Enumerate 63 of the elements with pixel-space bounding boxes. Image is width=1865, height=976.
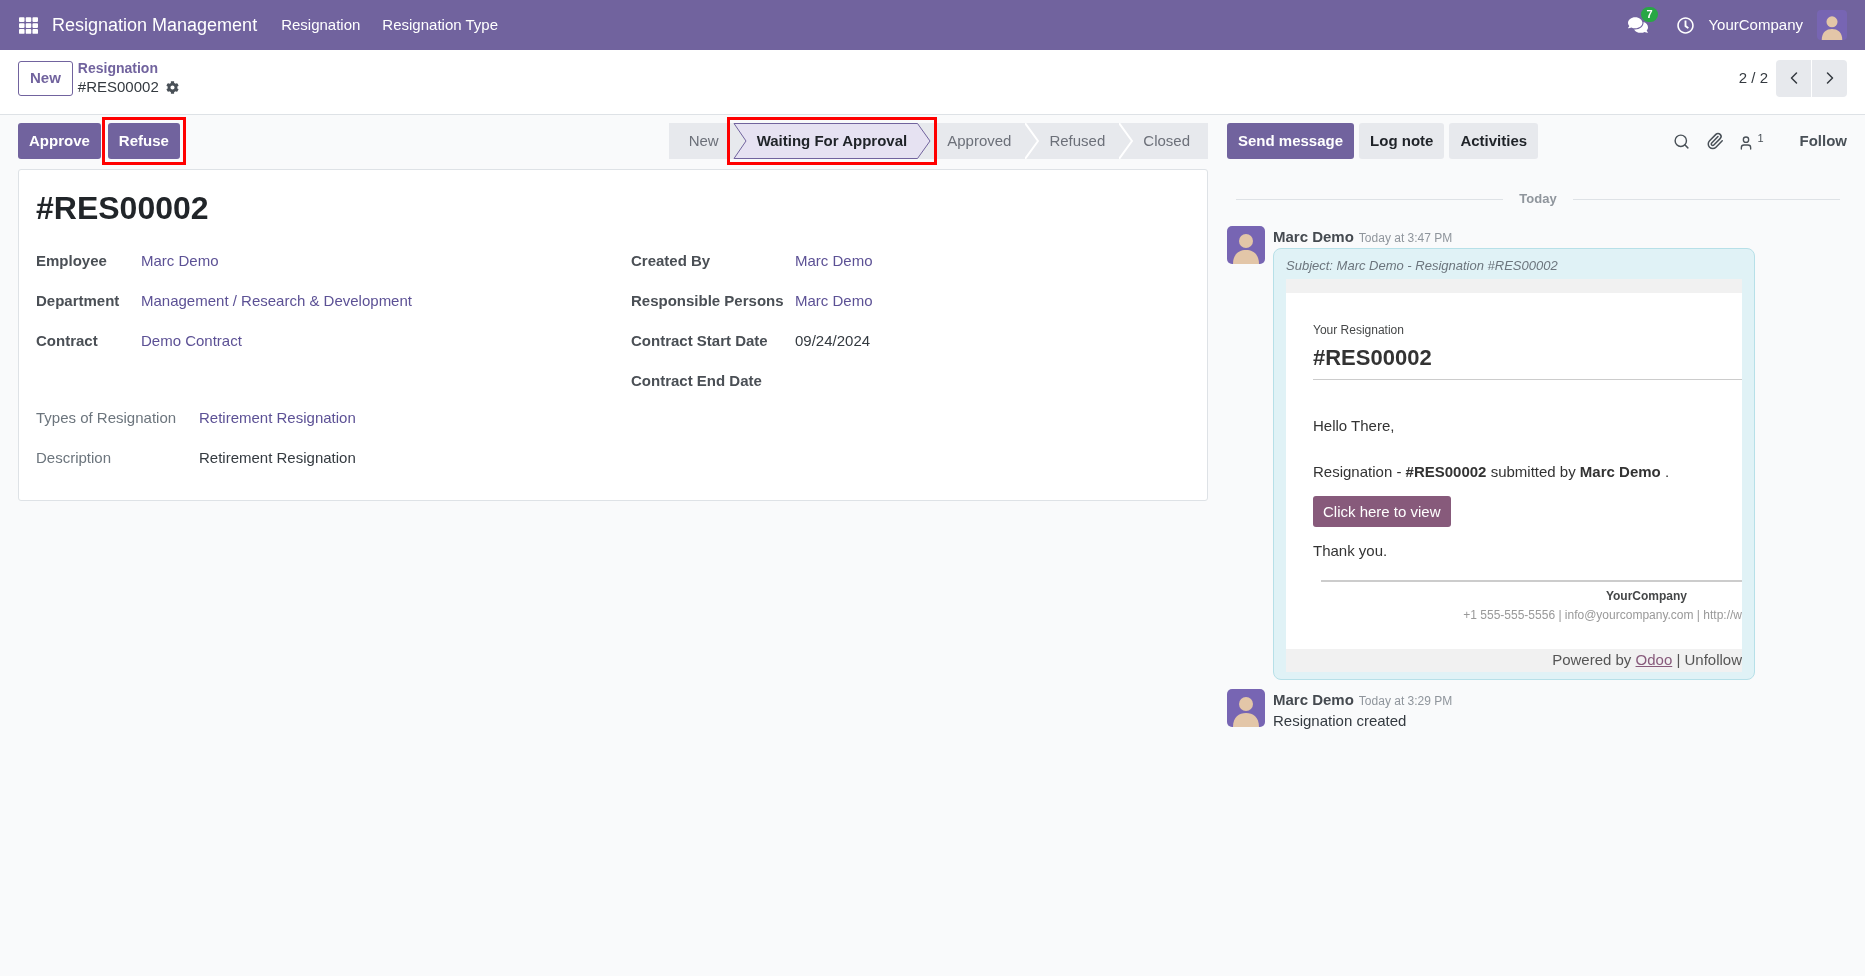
followers-button[interactable]: 1: [1738, 131, 1764, 151]
message-time: Today at 3:29 PM: [1358, 693, 1453, 710]
apps-grid-icon[interactable]: [19, 15, 38, 35]
menu-item[interactable]: Resignation Type: [382, 13, 498, 37]
notification-badge: 7: [1641, 7, 1658, 22]
odoo-link[interactable]: Odoo: [1635, 651, 1673, 669]
field-label: Contract Start Date: [631, 332, 768, 349]
chatter-button[interactable]: Activities: [1449, 123, 1539, 159]
field-link[interactable]: Marc Demo: [141, 249, 219, 273]
field-link[interactable]: Retirement Resignation: [199, 406, 356, 430]
email-greeting: Hello There,: [1313, 417, 1395, 434]
author-name: Marc Demo: [1273, 690, 1354, 710]
message-body: Resignation created: [1273, 712, 1407, 729]
arrow-tip-icon: [917, 123, 932, 159]
field-label: Contract: [36, 332, 98, 349]
email-contact-line: +1 555-555-5556 | info@yourcompany.com | http://w: [1463, 608, 1742, 622]
field-value: Retirement Resignation: [199, 447, 356, 468]
chatter-button[interactable]: Log note: [1359, 123, 1445, 159]
field-link[interactable]: Marc Demo: [795, 289, 873, 313]
action-button[interactable]: Refuse: [107, 123, 180, 159]
record-title: #RES00002: [36, 190, 209, 226]
field-link[interactable]: Demo Contract: [141, 329, 242, 353]
status-stage[interactable]: New: [668, 123, 733, 159]
new-button[interactable]: New: [18, 60, 73, 96]
view-button[interactable]: Click here to view: [1313, 496, 1451, 527]
chatter-button[interactable]: Send message: [1227, 123, 1355, 159]
field-label: Department: [36, 292, 120, 309]
user-avatar-icon: [1227, 226, 1265, 264]
field-value: 09/24/2024: [795, 330, 871, 351]
field-label: Description: [36, 449, 112, 466]
app-title: Resignation Management: [52, 13, 258, 37]
breadcrumb-link[interactable]: Resignation: [77, 60, 158, 76]
action-button[interactable]: Approve: [18, 123, 101, 159]
field-label: Created By: [631, 252, 711, 269]
email-heading: #RES00002: [1313, 345, 1432, 370]
field-label: Contract End Date: [631, 372, 762, 389]
menu-item[interactable]: Resignation: [281, 13, 361, 37]
message-time: Today at 3:47 PM: [1358, 230, 1453, 247]
date-separator: Today: [1518, 190, 1558, 209]
user-avatar-icon: [1817, 10, 1847, 40]
email-closing: Thank you.: [1313, 542, 1388, 559]
gear-icon[interactable]: [165, 80, 179, 94]
pager-counter: 2 / 2: [1738, 67, 1768, 88]
email-eyebrow: Your Resignation: [1313, 323, 1404, 337]
company-name: YourCompany: [1708, 14, 1803, 35]
paperclip-icon[interactable]: [1706, 132, 1725, 150]
clock-icon[interactable]: [1677, 16, 1695, 34]
email-footer-text: Powered by Odoo | Unfollow: [1552, 650, 1742, 671]
field-link[interactable]: Marc Demo: [795, 249, 873, 273]
status-stage[interactable]: Approved: [931, 123, 1026, 159]
field-label: Employee: [36, 252, 107, 269]
follow-button[interactable]: Follow: [1799, 129, 1847, 153]
user-avatar-icon: [1227, 689, 1265, 727]
chat-bubbles-icon[interactable]: [1628, 16, 1649, 34]
field-link[interactable]: Management / Research & Development: [141, 289, 412, 313]
record-name: #RES00002: [77, 77, 159, 97]
search-icon[interactable]: [1673, 132, 1691, 150]
field-label: Types of Resignation: [36, 409, 177, 426]
email-message-text: Resignation - #RES00002 submitted by Marc Demo .: [1313, 463, 1670, 480]
email-subject: Subject: Marc Demo - Resignation #RES00002: [1286, 257, 1559, 275]
author-name: Marc Demo: [1273, 227, 1354, 247]
email-company-name: YourCompany: [1605, 589, 1687, 603]
field-label: Responsible Persons: [631, 292, 784, 309]
